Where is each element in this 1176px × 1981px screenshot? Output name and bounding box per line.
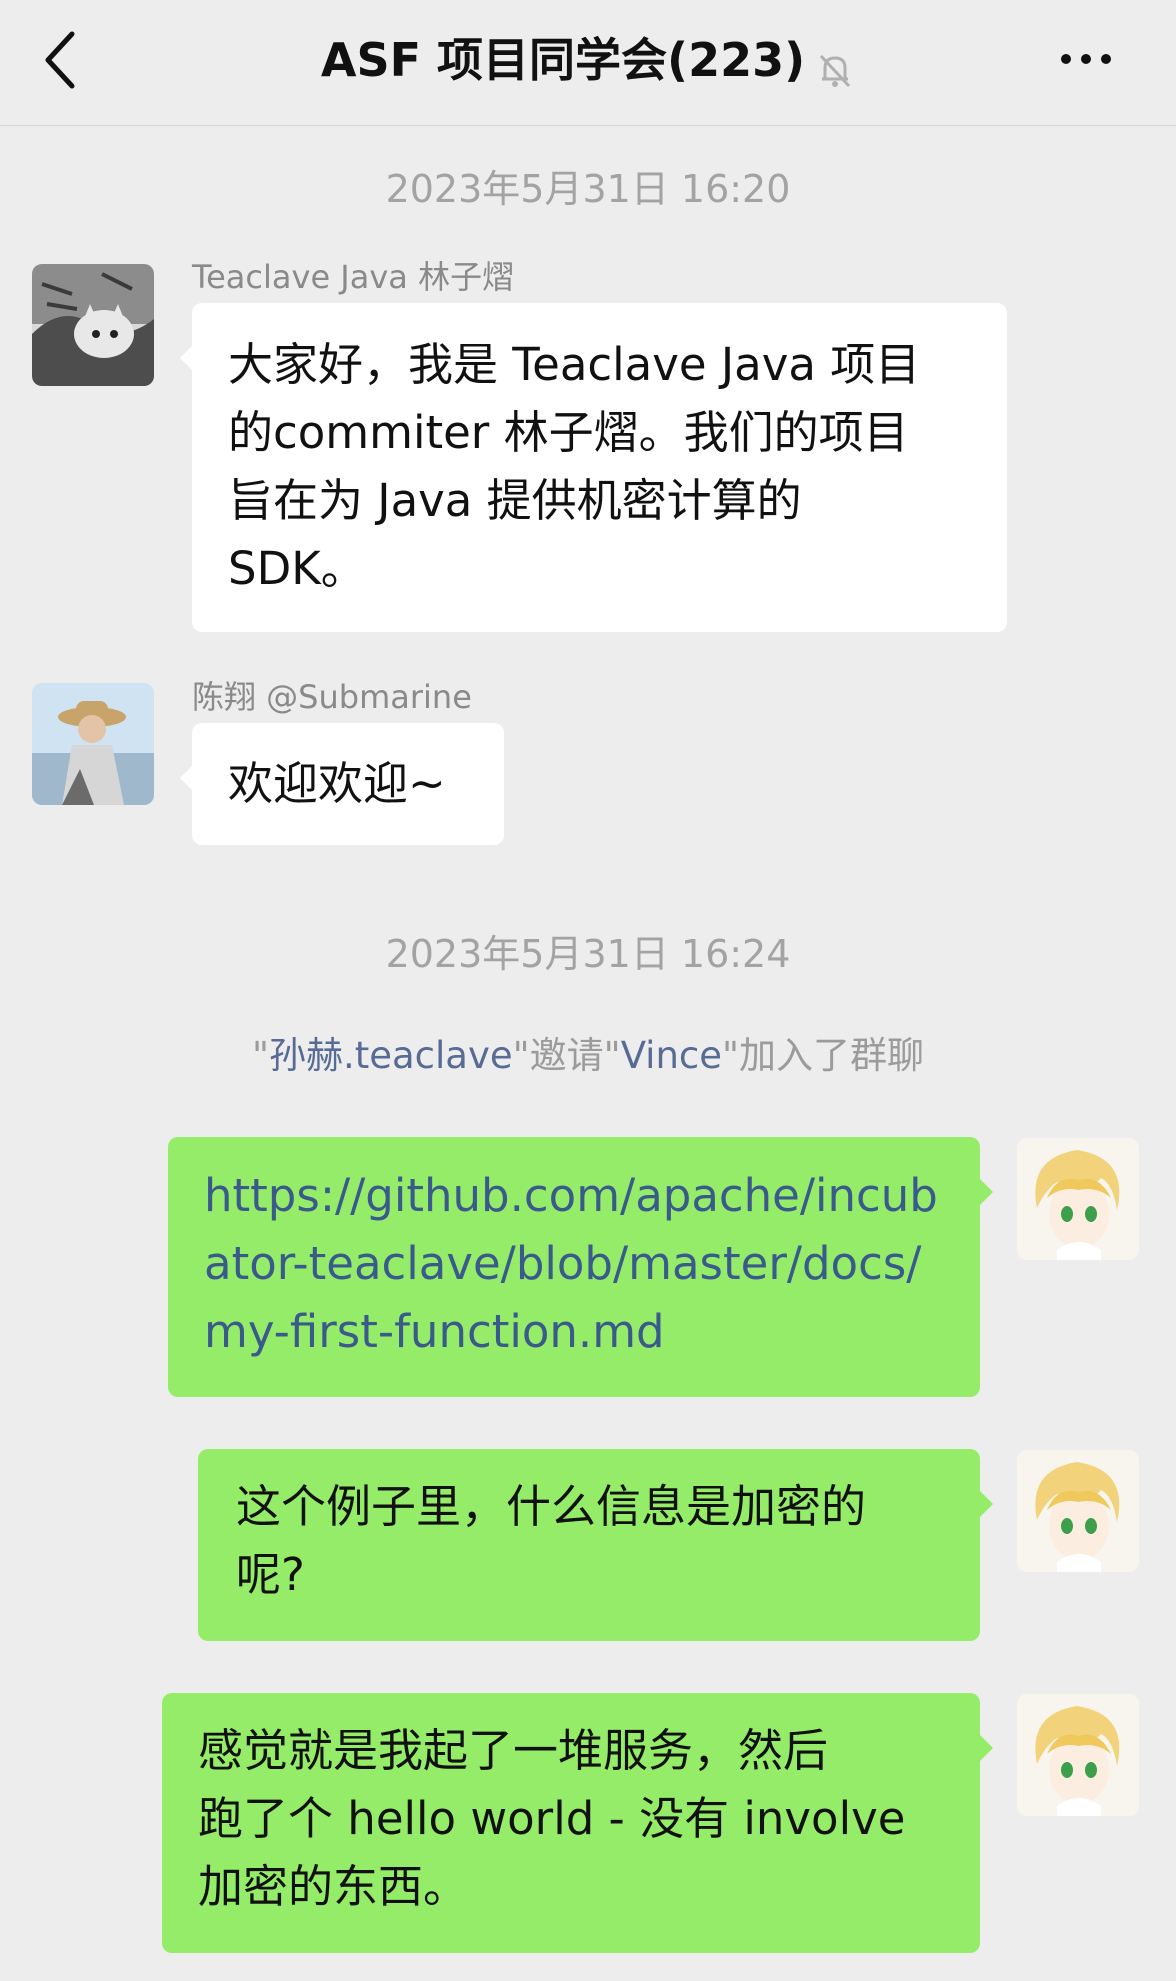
sender-name: 陈翔 @Submarine: [192, 678, 472, 716]
notice-text: "加入了群聊: [722, 1034, 925, 1077]
message-bubble[interactable]: 欢迎欢迎~: [180, 723, 504, 845]
message-bubble[interactable]: 大家好，我是 Teaclave Java 项目 的commiter 林子熠。我们…: [180, 303, 1007, 632]
more-dots-icon: [1061, 54, 1071, 64]
avatar-teaclave-java[interactable]: [32, 264, 154, 386]
sender-name: Teaclave Java 林子熠: [192, 258, 515, 296]
timestamp: 2023年5月31日 16:20: [385, 167, 791, 211]
avatar-self[interactable]: [1017, 1138, 1139, 1260]
avatar-submarine[interactable]: [32, 683, 154, 805]
message-bubble[interactable]: 感觉就是我起了一堆服务，然后 跑了个 hello world - 没有 invo…: [162, 1693, 993, 1953]
timestamp: 2023年5月31日 16:24: [385, 932, 791, 976]
chat-title-container[interactable]: ASF 项目同学会(223): [0, 30, 1176, 90]
message-bubble[interactable]: 这个例子里，什么信息是加密的 呢?: [198, 1449, 993, 1641]
avatar-self[interactable]: [1017, 1694, 1139, 1816]
avatar-self[interactable]: [1017, 1450, 1139, 1572]
inviter-link[interactable]: 孙赫.teaclave: [269, 1034, 513, 1077]
message-bubble-link[interactable]: https://github.com/apache/incub ator-tea…: [168, 1137, 993, 1397]
more-dot: [1081, 54, 1091, 64]
bell-off-icon: [815, 44, 855, 87]
chat-header: ASF 项目同学会(223): [0, 0, 1176, 126]
chat-title: ASF 项目同学会(223): [320, 33, 806, 87]
more-options-button[interactable]: [1056, 44, 1126, 74]
system-notice: "孙赫.teaclave"邀请"Vince"加入了群聊: [0, 1025, 1176, 1079]
notice-text: "邀请": [512, 1034, 621, 1077]
invitee-link[interactable]: Vince: [621, 1034, 722, 1077]
quote-mark: ": [251, 1034, 269, 1077]
more-dot: [1101, 54, 1111, 64]
